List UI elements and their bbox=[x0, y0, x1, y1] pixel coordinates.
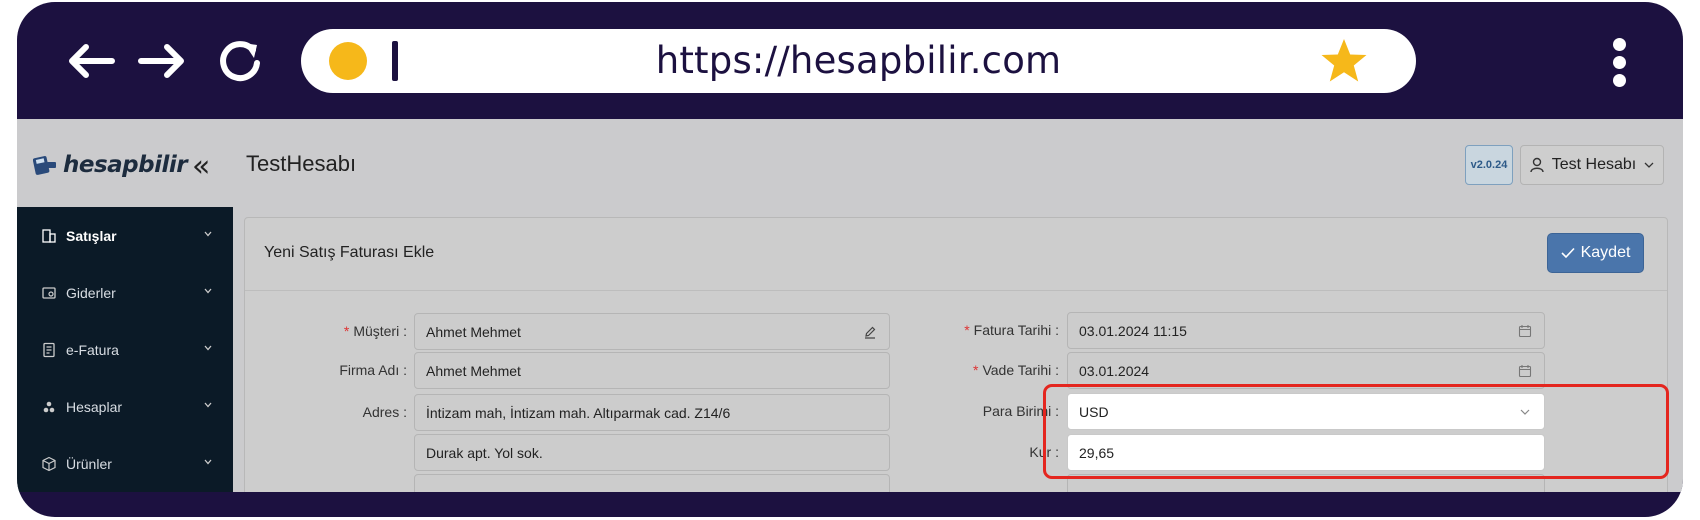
kebab-menu-icon[interactable] bbox=[1610, 38, 1628, 88]
save-button-label: Kaydet bbox=[1580, 244, 1631, 261]
musteri-field[interactable]: Ahmet Mehmet bbox=[414, 313, 890, 350]
sidebar: Satışlar Giderler e-Fatura Hesaplar Ürün bbox=[17, 207, 233, 492]
user-name: Test Hesabı bbox=[1551, 156, 1637, 173]
vade-tarihi-value: 03.01.2024 bbox=[1079, 362, 1150, 379]
panel-header: Yeni Satış Faturası Ekle Kaydet bbox=[245, 218, 1667, 291]
form-title: Yeni Satış Faturası Ekle bbox=[264, 244, 435, 261]
sidebar-item-urunler[interactable]: Ürünler bbox=[17, 435, 233, 492]
chevron-down-icon bbox=[204, 402, 212, 408]
chevron-down-icon bbox=[204, 345, 212, 351]
address-bar[interactable]: https://hesapbilir.com bbox=[301, 29, 1416, 93]
adres-line1-field[interactable]: İntizam mah, İntizam mah. Altıparmak cad… bbox=[414, 394, 890, 431]
back-button[interactable] bbox=[62, 32, 120, 90]
reload-icon bbox=[220, 41, 260, 82]
musteri-label: * Müşteri : bbox=[343, 323, 407, 339]
vade-tarihi-label: * Vade Tarihi : bbox=[973, 362, 1059, 378]
url-text[interactable]: https://hesapbilir.com bbox=[301, 39, 1416, 82]
sidebar-item-e-fatura[interactable]: e-Fatura bbox=[17, 321, 233, 378]
adres-line2-value: Durak apt. Yol sok. bbox=[426, 444, 543, 461]
firma-field[interactable]: Ahmet Mehmet bbox=[414, 352, 890, 389]
firma-value: Ahmet Mehmet bbox=[426, 362, 521, 379]
sidebar-item-label: Ürünler bbox=[66, 455, 112, 472]
logo[interactable]: hesapbilir bbox=[33, 152, 188, 178]
musteri-value: Ahmet Mehmet bbox=[426, 323, 521, 340]
chevron-down-icon bbox=[1644, 162, 1654, 168]
adres-line1-value: İntizam mah, İntizam mah. Altıparmak cad… bbox=[426, 404, 731, 421]
fatura-tarihi-value: 03.01.2024 11:15 bbox=[1079, 322, 1187, 339]
sidebar-item-label: Satışlar bbox=[66, 227, 117, 244]
chevron-down-icon bbox=[204, 459, 212, 465]
fatura-tarihi-label: * Fatura Tarihi : bbox=[964, 322, 1059, 338]
adres-line3-field[interactable] bbox=[414, 474, 890, 492]
sidebar-item-giderler[interactable]: Giderler bbox=[17, 264, 233, 321]
user-icon bbox=[1530, 157, 1544, 173]
collapse-sidebar-button[interactable]: « bbox=[192, 149, 210, 184]
arrow-right-icon bbox=[138, 44, 184, 78]
kur-label: Kur : bbox=[1029, 444, 1059, 460]
chevron-down-icon bbox=[204, 231, 212, 237]
edit-icon[interactable] bbox=[863, 325, 877, 339]
version-badge: v2.0.24 bbox=[1465, 145, 1513, 185]
chevron-down-icon bbox=[204, 288, 212, 294]
adres-line2-field[interactable]: Durak apt. Yol sok. bbox=[414, 434, 890, 471]
sidebar-item-label: Hesaplar bbox=[66, 398, 123, 415]
calendar-icon[interactable] bbox=[1518, 364, 1532, 378]
box-icon bbox=[42, 456, 56, 471]
logo-text: hesapbilir bbox=[63, 152, 188, 178]
calendar-icon[interactable] bbox=[1518, 324, 1532, 338]
accounts-icon bbox=[43, 401, 55, 412]
invoice-icon bbox=[43, 342, 55, 357]
page-title: TestHesabı bbox=[246, 151, 357, 176]
building-icon bbox=[42, 228, 56, 243]
sidebar-item-label: Giderler bbox=[66, 284, 116, 301]
fatura-tarihi-field[interactable]: 03.01.2024 11:15 bbox=[1067, 312, 1545, 349]
expense-icon bbox=[42, 286, 56, 299]
star-icon[interactable] bbox=[1319, 36, 1369, 86]
para-birimi-label: Para Birimi : bbox=[982, 403, 1059, 419]
sidebar-item-label: e-Fatura bbox=[66, 341, 119, 358]
check-icon bbox=[1561, 247, 1575, 259]
sidebar-item-hesaplar[interactable]: Hesaplar bbox=[17, 378, 233, 435]
save-button[interactable]: Kaydet bbox=[1547, 233, 1644, 273]
reload-button[interactable] bbox=[211, 32, 269, 90]
forward-button[interactable] bbox=[133, 32, 191, 90]
adres-label: Adres : bbox=[362, 404, 407, 420]
user-menu-button[interactable]: Test Hesabı bbox=[1520, 145, 1664, 185]
arrow-left-icon bbox=[69, 44, 115, 78]
calculator-logo-icon bbox=[33, 156, 56, 175]
sidebar-item-satislar[interactable]: Satışlar bbox=[17, 207, 233, 264]
currency-highlight-box bbox=[1043, 384, 1669, 479]
firma-label: Firma Adı : bbox=[339, 362, 407, 378]
